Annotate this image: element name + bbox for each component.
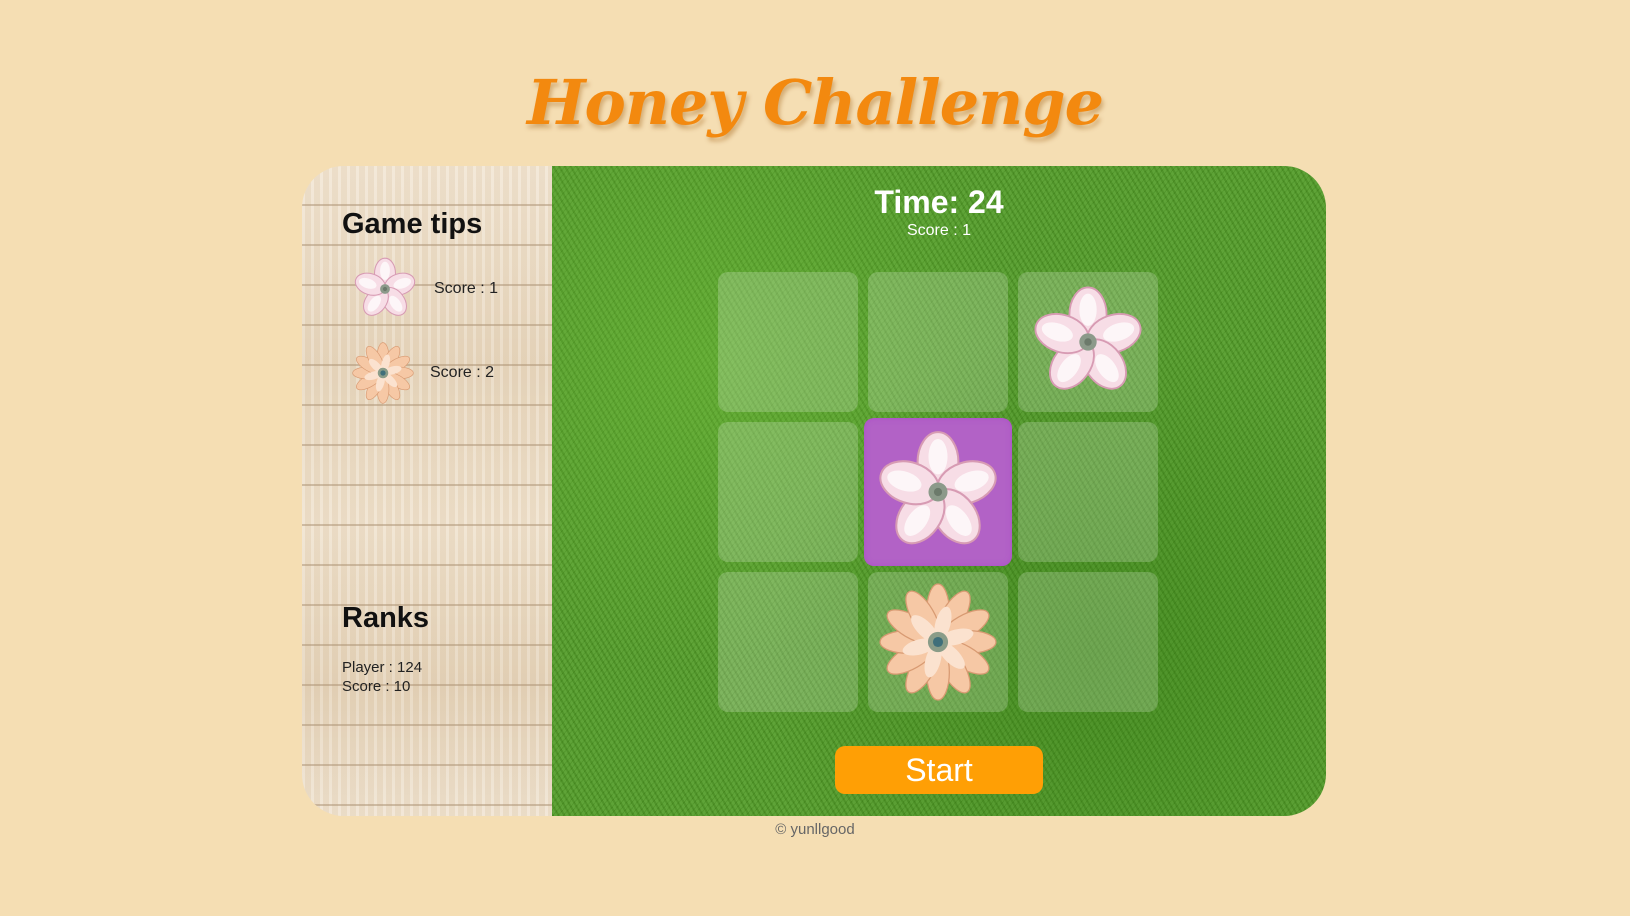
rank-player: Player : 124	[342, 659, 423, 676]
pink-flower-icon	[351, 257, 419, 321]
tip-item-peach-flower: Score : 2	[350, 340, 494, 406]
tip-label: Score : 1	[434, 280, 499, 297]
grid-cell-3-3[interactable]	[1018, 572, 1158, 712]
sidebar: Game tips Score : 1 Score : 2 Ranks Play…	[302, 166, 552, 816]
grid-cell-1-3[interactable]	[1018, 272, 1158, 412]
start-button[interactable]: Start	[835, 746, 1043, 794]
grid-cell-1-1[interactable]	[718, 272, 858, 412]
current-score: Score : 1	[906, 222, 972, 239]
ranks-heading: Ranks	[342, 602, 430, 634]
game-tips-heading: Game tips	[342, 208, 483, 240]
grid-cell-2-1[interactable]	[718, 422, 858, 562]
pink-flower-icon	[873, 431, 1003, 554]
timer: Time: 24	[874, 184, 1004, 220]
rank-score: Score : 10	[342, 678, 411, 695]
footer-copyright: © yunllgood	[775, 821, 855, 838]
grid-cell-2-3[interactable]	[1018, 422, 1158, 562]
grid-cell-2-2-active[interactable]	[864, 418, 1012, 566]
grid-cell-3-2[interactable]	[868, 572, 1008, 712]
page-title: Honey Challenge	[526, 66, 1104, 139]
pink-flower-icon	[1029, 286, 1147, 399]
peach-flower-icon	[879, 583, 997, 701]
grid-cell-3-1[interactable]	[718, 572, 858, 712]
game-board: Game tips Score : 1 Score : 2 Ranks Play…	[302, 166, 1326, 816]
grass-field: Time: 24 Score : 1 Start	[552, 166, 1326, 816]
peach-flower-icon	[352, 342, 414, 404]
grid-cell-1-2[interactable]	[868, 272, 1008, 412]
tip-label: Score : 2	[430, 364, 495, 381]
tip-item-pink-flower: Score : 1	[350, 254, 498, 324]
